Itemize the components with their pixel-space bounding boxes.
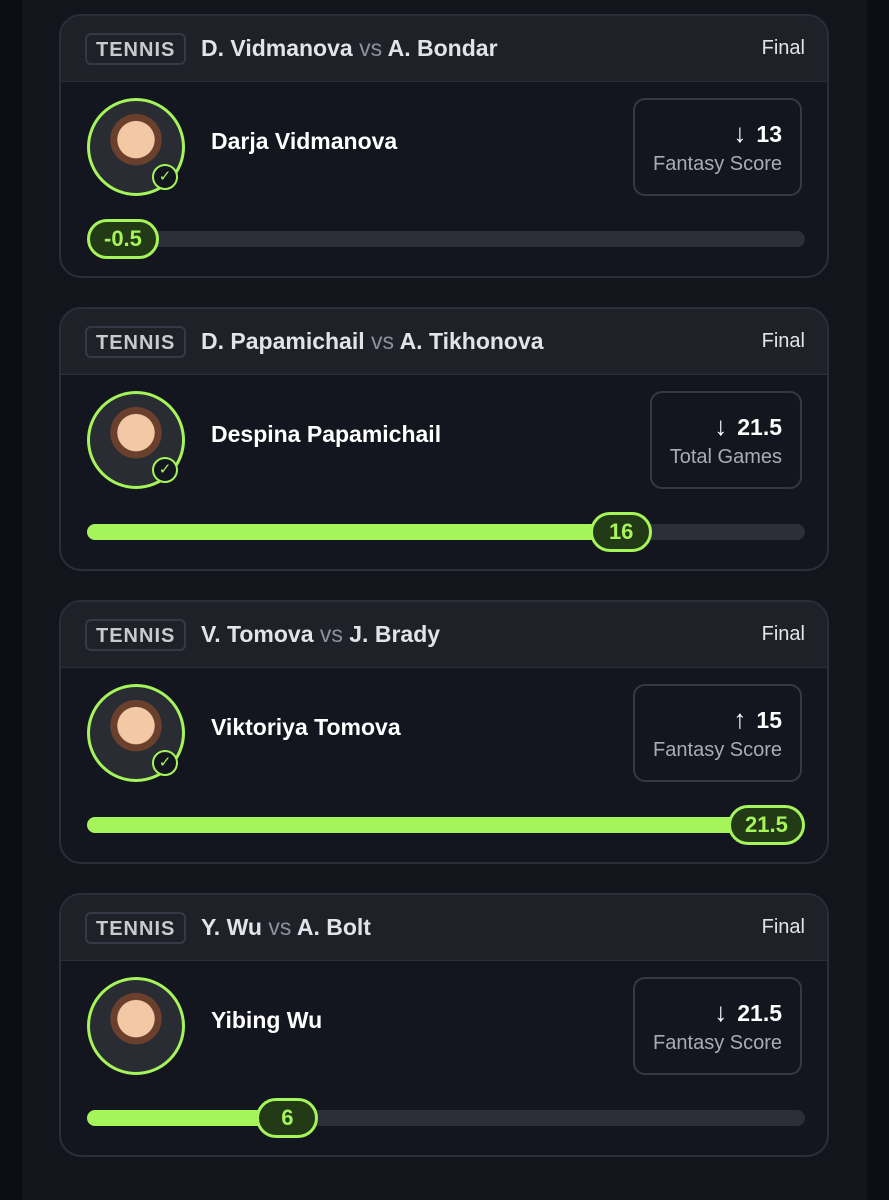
stat-label: Fantasy Score (653, 739, 782, 761)
player-name: Darja Vidmanova (211, 128, 398, 154)
matchup-vs: vs (319, 621, 343, 647)
arrow-down-icon: ↓ (714, 411, 728, 441)
player-name: Yibing Wu (211, 1007, 323, 1033)
progress-fill (87, 817, 767, 833)
stat-label: Total Games (669, 446, 782, 468)
result-pill: 21.5 (728, 805, 805, 845)
progress-track: 6 (87, 1098, 805, 1138)
pick-card[interactable]: TENNIS Y. Wu vs A. Bolt Final Yibing Wu … (59, 893, 829, 1157)
player-name: Despina Papamichail (211, 421, 442, 447)
matchup-player-2: J. Brady (349, 621, 441, 647)
pick-card[interactable]: TENNIS V. Tomova vs J. Brady Final ✓ Vik… (59, 600, 829, 864)
sport-badge: TENNIS (85, 619, 187, 651)
matchup-vs: vs (268, 914, 292, 940)
sport-badge: TENNIS (85, 912, 187, 944)
stat-line: ↓ 21.5 (670, 411, 782, 442)
stat-line: ↓ 13 (653, 118, 782, 149)
progress-track: -0.5 (87, 219, 805, 259)
card-header: TENNIS D. Vidmanova vs A. Bondar Final (61, 16, 827, 82)
matchup: D. Papamichail vs A. Tikhonova (201, 309, 544, 375)
matchup-player-1: V. Tomova (201, 621, 314, 647)
matchup-player-1: D. Papamichail (201, 328, 365, 354)
matchup-player-2: A. Tikhonova (399, 328, 544, 354)
card-header: TENNIS V. Tomova vs J. Brady Final (61, 602, 827, 668)
arrow-down-icon: ↓ (714, 997, 728, 1027)
stat-line-value: 21.5 (737, 414, 782, 440)
stat-label: Fantasy Score (653, 153, 782, 175)
matchup-player-1: Y. Wu (201, 914, 262, 940)
matchup-player-2: A. Bondar (387, 35, 498, 61)
matchup: V. Tomova vs J. Brady (201, 602, 440, 668)
stat-line: ↑ 15 (653, 704, 782, 735)
game-status: Final (761, 330, 805, 352)
stat-line-value: 21.5 (737, 1000, 782, 1026)
checkmark-icon: ✓ (152, 457, 178, 483)
player-name: Viktoriya Tomova (211, 714, 401, 740)
matchup-player-2: A. Bolt (296, 914, 371, 940)
arrow-up-icon: ↑ (733, 704, 747, 734)
matchup-vs: vs (359, 35, 383, 61)
arrow-down-icon: ↓ (733, 118, 747, 148)
stat-box: ↑ 15 Fantasy Score (633, 684, 802, 782)
stat-box: ↓ 21.5 Total Games (649, 391, 802, 489)
game-status: Final (761, 623, 805, 645)
progress-track: 16 (87, 512, 805, 552)
stat-label: Fantasy Score (653, 1032, 782, 1054)
card-header: TENNIS D. Papamichail vs A. Tikhonova Fi… (61, 309, 827, 375)
result-pill: 6 (256, 1098, 319, 1138)
checkmark-icon: ✓ (152, 750, 178, 776)
pick-card[interactable]: TENNIS D. Vidmanova vs A. Bondar Final ✓… (59, 14, 829, 278)
stat-box: ↓ 13 Fantasy Score (633, 98, 802, 196)
stat-line-value: 13 (756, 121, 782, 147)
stat-box: ↓ 21.5 Fantasy Score (633, 977, 802, 1075)
result-pill: -0.5 (87, 219, 159, 259)
player-avatar (87, 977, 185, 1075)
sport-badge: TENNIS (85, 33, 187, 65)
result-pill: 16 (590, 512, 653, 552)
progress-track: 21.5 (87, 805, 805, 845)
stat-line-value: 15 (756, 707, 782, 733)
game-status: Final (761, 916, 805, 938)
checkmark-icon: ✓ (152, 164, 178, 190)
matchup-player-1: D. Vidmanova (201, 35, 353, 61)
matchup-vs: vs (371, 328, 395, 354)
sport-badge: TENNIS (85, 326, 187, 358)
matchup: Y. Wu vs A. Bolt (201, 895, 371, 961)
pick-card[interactable]: TENNIS D. Papamichail vs A. Tikhonova Fi… (59, 307, 829, 571)
stat-line: ↓ 21.5 (653, 997, 782, 1028)
progress-fill (87, 524, 622, 540)
matchup: D. Vidmanova vs A. Bondar (201, 16, 498, 82)
card-header: TENNIS Y. Wu vs A. Bolt Final (61, 895, 827, 961)
game-status: Final (761, 37, 805, 59)
